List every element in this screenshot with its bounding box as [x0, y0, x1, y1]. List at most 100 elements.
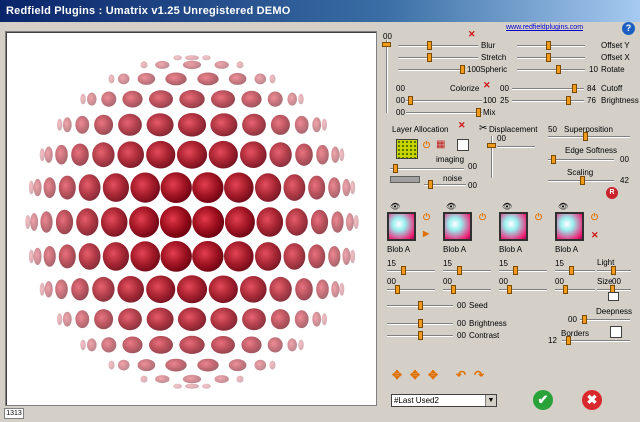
contrast-thumb[interactable] [418, 331, 423, 340]
cutoff-thumb[interactable] [572, 84, 577, 93]
blob3-thumbnail[interactable] [499, 212, 528, 241]
preview-canvas[interactable] [5, 31, 377, 406]
imaging-thumb[interactable] [393, 164, 398, 173]
close-icon[interactable]: ✕ [468, 29, 476, 40]
blob2-track-1[interactable] [443, 270, 491, 272]
sphere-dot [43, 246, 56, 267]
offset-y-track[interactable] [517, 45, 585, 47]
vertical-slider-thumb[interactable] [382, 42, 391, 47]
offset-x-thumb[interactable] [546, 53, 551, 62]
displacement-h-track[interactable] [497, 146, 535, 148]
ok-button[interactable]: ✔ [533, 390, 553, 410]
vertical-slider-track[interactable] [386, 40, 388, 113]
stretch-track[interactable] [398, 57, 478, 59]
nav-move-icon-3[interactable]: ✥ [428, 368, 438, 382]
noise-swatch[interactable] [390, 176, 420, 183]
stretch-thumb[interactable] [427, 53, 432, 62]
borders-track[interactable] [562, 340, 630, 342]
offset-y-thumb[interactable] [546, 41, 551, 50]
blob3-thumb-1[interactable] [513, 266, 518, 275]
brightness-top-track[interactable] [512, 100, 584, 102]
sphere-dot [331, 281, 340, 298]
light-thumb[interactable] [611, 266, 616, 275]
preset-select[interactable]: #Last Used2 ▼ [391, 394, 497, 407]
colorize-close-icon[interactable]: ✕ [483, 80, 491, 91]
blob2-thumbnail[interactable] [443, 212, 472, 241]
blob1-arrow-icon[interactable]: ▶ [423, 229, 429, 238]
undo-icon[interactable]: ↶ [456, 368, 466, 382]
colorize-track[interactable] [406, 100, 482, 102]
blob4-track-1[interactable] [555, 270, 595, 272]
seed-thumb[interactable] [418, 301, 423, 310]
edge-softness-track[interactable] [548, 159, 614, 161]
blob4-eye-icon[interactable]: 👁 [558, 202, 568, 211]
blob1-thumb-1[interactable] [401, 266, 406, 275]
imaging-track[interactable] [390, 168, 464, 170]
layer-power-icon[interactable]: ⏻ [423, 140, 430, 151]
scaling-thumb[interactable] [580, 176, 585, 185]
blob3-thumb-2[interactable] [507, 285, 512, 294]
blob3-power-icon[interactable]: ⏻ [535, 212, 542, 223]
blob3-eye-icon[interactable]: 👁 [502, 202, 512, 211]
blob3-track-1[interactable] [499, 270, 547, 272]
pattern-swatch[interactable] [396, 139, 418, 159]
displacement-thumb[interactable] [487, 143, 496, 148]
cancel-button[interactable]: ✖ [582, 390, 602, 410]
spheric-label: Spheric [480, 65, 508, 74]
blob2-power-icon[interactable]: ⏻ [479, 212, 486, 223]
blob4-track-2[interactable] [555, 289, 595, 291]
borders-checkbox[interactable] [610, 326, 622, 338]
blob4-power-icon[interactable]: ⏻ [591, 212, 598, 223]
website-link[interactable]: www.redfieldplugins.com [506, 24, 583, 31]
grid-icon[interactable]: ▦ [436, 139, 445, 150]
sphere-dot [308, 175, 326, 200]
brightness-top-thumb[interactable] [566, 96, 571, 105]
reset-button[interactable]: R [606, 187, 618, 199]
scissors-icon[interactable]: ✂ [479, 123, 487, 134]
blob1-thumbnail[interactable] [387, 212, 416, 241]
rotate-track[interactable] [517, 69, 585, 71]
imaging-value: 00 [468, 162, 477, 171]
mix-thumb[interactable] [476, 108, 481, 117]
sphere-dot [118, 308, 142, 331]
blur-track[interactable] [398, 45, 478, 47]
superposition-thumb[interactable] [583, 132, 588, 141]
sphere-dot [208, 140, 238, 169]
blob4-thumb-2[interactable] [563, 285, 568, 294]
help-icon[interactable]: ? [622, 22, 635, 35]
brightness-thumb[interactable] [418, 319, 423, 328]
noise-thumb[interactable] [428, 180, 433, 189]
blob2-thumb-1[interactable] [457, 266, 462, 275]
superposition-track[interactable] [548, 136, 630, 138]
deepness-thumb[interactable] [582, 315, 587, 324]
size-checkbox[interactable] [608, 292, 619, 301]
blob1-eye-icon[interactable]: 👁 [390, 202, 400, 211]
spheric-track[interactable] [398, 69, 464, 71]
blob1-track-1[interactable] [387, 270, 435, 272]
chevron-down-icon[interactable]: ▼ [485, 395, 496, 406]
spheric-thumb[interactable] [460, 65, 465, 74]
nav-move-icon-2[interactable]: ✥ [410, 368, 420, 382]
nav-move-icon-1[interactable]: ✥ [392, 368, 402, 382]
blob-close-icon[interactable]: ✕ [591, 230, 599, 241]
layer-checkbox[interactable] [457, 139, 469, 151]
blob2-eye-icon[interactable]: 👁 [446, 202, 456, 211]
sphere-dot [117, 73, 130, 85]
edge-softness-thumb[interactable] [551, 155, 556, 164]
offset-x-track[interactable] [517, 57, 585, 59]
mix-value: 00 [396, 108, 405, 117]
blob2-thumb-2[interactable] [451, 285, 456, 294]
blob4-thumbnail[interactable] [555, 212, 584, 241]
blob4-thumb-1[interactable] [569, 266, 574, 275]
colorize-thumb[interactable] [408, 96, 413, 105]
mix-track[interactable] [406, 112, 482, 114]
layer-close-icon[interactable]: ✕ [458, 120, 466, 131]
sphere-dot [102, 173, 129, 202]
rotate-thumb[interactable] [556, 65, 561, 74]
redo-icon[interactable]: ↷ [474, 368, 484, 382]
blur-thumb[interactable] [427, 41, 432, 50]
blob1-thumb-2[interactable] [395, 285, 400, 294]
blob1-power-icon[interactable]: ⏻ [423, 212, 430, 223]
deepness-track[interactable] [580, 319, 630, 321]
borders-thumb[interactable] [566, 336, 571, 345]
